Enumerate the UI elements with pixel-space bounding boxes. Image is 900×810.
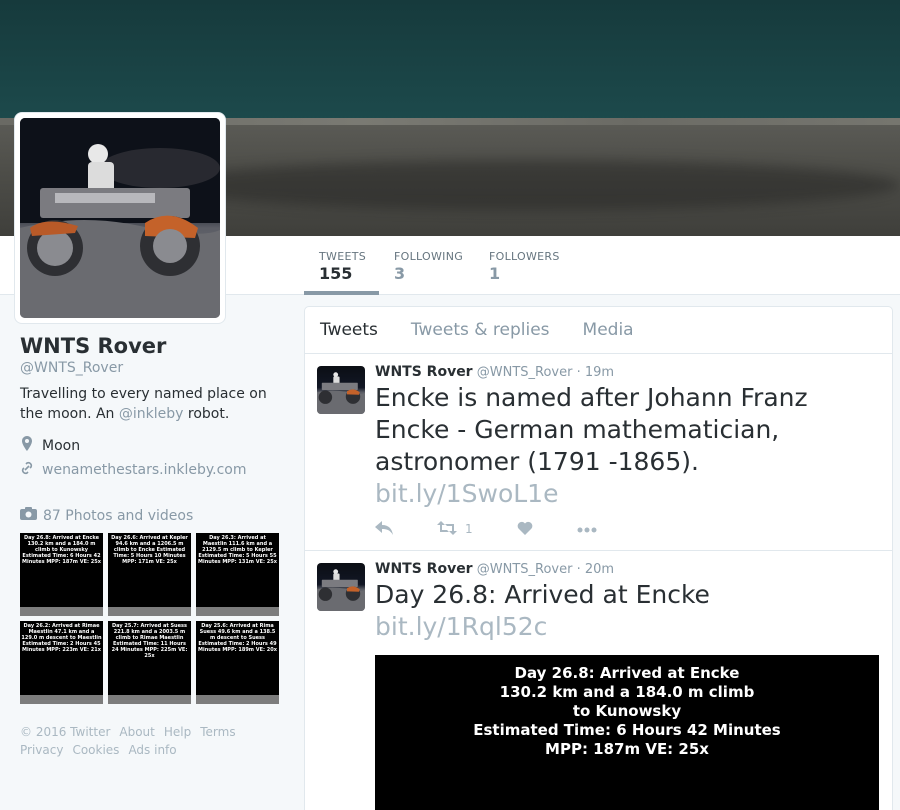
profile-url: wenamethestars.inkleby.com [20, 461, 290, 479]
media-caption-line: to Kunowsky [572, 702, 682, 720]
stat-followers-label: FOLLOWERS [489, 250, 560, 263]
tweet-avatar[interactable] [317, 563, 365, 611]
profile-card: WNTS Rover @WNTS_Rover Travelling to eve… [20, 334, 290, 704]
avatar-image [20, 118, 220, 318]
footer-copyright: © 2016 Twitter [20, 725, 111, 739]
photos-videos-label: 87 Photos and videos [43, 507, 194, 524]
profile-handle[interactable]: @WNTS_Rover [20, 360, 290, 376]
stat-followers[interactable]: FOLLOWERS 1 [489, 236, 569, 295]
profile-avatar[interactable] [15, 113, 225, 323]
thumbnail-terrain [20, 695, 103, 704]
tab-media[interactable]: Media [583, 320, 634, 340]
photo-thumbnail[interactable]: Day 26.8: Arrived at Encke 130.2 km and … [20, 533, 103, 616]
camera-icon [20, 507, 37, 524]
thumbnail-terrain [108, 607, 191, 616]
tweet-author-handle[interactable]: @WNTS_Rover [477, 365, 573, 380]
thumbnail-terrain [20, 607, 103, 616]
photo-thumbnail[interactable]: Day 25.6: Arrived at Rima Suess 49.6 km … [196, 621, 279, 704]
stat-tweets-value: 155 [319, 264, 353, 283]
stat-following[interactable]: FOLLOWING 3 [394, 236, 474, 295]
tweet-media-image[interactable]: Day 26.8: Arrived at Encke 130.2 km and … [375, 655, 879, 810]
ellipsis-icon [577, 522, 597, 536]
retweet-count: 1 [465, 522, 473, 536]
more-button[interactable] [577, 522, 597, 536]
tweet-text: Encke is named after Johann Franz Encke … [375, 383, 808, 476]
lunar-rover-illustration [20, 118, 220, 318]
footer-link-ads-info[interactable]: Ads info [128, 743, 176, 757]
map-pin-icon [20, 436, 34, 455]
photo-thumbnail[interactable]: Day 26.6: Arrived at Kepler 94.6 km and … [108, 533, 191, 616]
tab-tweets[interactable]: Tweets [320, 320, 378, 340]
thumbnail-terrain [196, 607, 279, 616]
footer-link-cookies[interactable]: Cookies [72, 743, 119, 757]
profile-location: Moon [20, 436, 290, 455]
thumbnail-terrain [108, 695, 191, 704]
lunar-rover-illustration [317, 372, 365, 414]
tweet-timestamp[interactable]: · 19m [577, 365, 614, 380]
stat-following-label: FOLLOWING [394, 250, 464, 263]
reply-arrow-icon [375, 520, 393, 538]
profile-bio: Travelling to every named place on the m… [20, 384, 290, 424]
banner-crater-shadow [160, 160, 900, 210]
thumbnail-caption: Day 26.2: Arrived at Rimae Maestlin 47.1… [21, 623, 102, 653]
thumbnail-caption: Day 26.6: Arrived at Kepler 94.6 km and … [111, 535, 188, 565]
profile-name[interactable]: WNTS Rover [20, 334, 290, 358]
tweet[interactable]: WNTS Rover @WNTS_Rover · 19m Encke is na… [305, 354, 892, 551]
footer-link-privacy[interactable]: Privacy [20, 743, 63, 757]
stat-following-value: 3 [394, 264, 406, 283]
tweet-author-name[interactable]: WNTS Rover [375, 561, 473, 577]
tweet-text: Day 26.8: Arrived at Encke [375, 580, 710, 609]
retweet-icon [437, 520, 457, 538]
footer-link-terms[interactable]: Terms [200, 725, 235, 739]
thumbnail-caption: Day 25.6: Arrived at Rima Suess 49.6 km … [198, 623, 277, 653]
tweet-avatar[interactable] [317, 366, 365, 414]
lunar-rover-illustration [317, 569, 365, 611]
tweet-author-handle[interactable]: @WNTS_Rover [477, 562, 573, 577]
tweet-author-name[interactable]: WNTS Rover [375, 364, 473, 380]
tweet-link[interactable]: bit.ly/1Rql52c [375, 611, 880, 643]
page-footer: © 2016 Twitter About Help Terms Privacy Cook… [20, 723, 290, 759]
tweet[interactable]: WNTS Rover @WNTS_Rover · 20m Day 26.8: A… [305, 551, 892, 810]
tweet-header: WNTS Rover @WNTS_Rover · 19m [375, 364, 880, 380]
tweet-header: WNTS Rover @WNTS_Rover · 20m [375, 561, 880, 577]
thumbnail-caption: Day 26.8: Arrived at Encke 130.2 km and … [22, 535, 101, 565]
photo-thumbnail[interactable]: Day 26.3: Arrived at Maestlin 111.6 km a… [196, 533, 279, 616]
stat-tweets-label: TWEETS [319, 250, 366, 263]
reply-button[interactable] [375, 520, 393, 538]
bio-text-end: robot. [183, 406, 230, 422]
tweet-actions: 1 [375, 518, 880, 540]
location-text: Moon [42, 437, 81, 454]
media-caption-line: Day 26.8: Arrived at Encke [514, 664, 740, 682]
thumbnail-caption: Day 26.3: Arrived at Maestlin 111.6 km a… [198, 535, 277, 565]
like-button[interactable] [517, 521, 533, 538]
photo-thumbnail[interactable]: Day 25.7: Arrived at Suess 221.8 km and … [108, 621, 191, 704]
footer-link-about[interactable]: About [119, 725, 154, 739]
retweet-button[interactable]: 1 [437, 520, 473, 538]
photo-grid: Day 26.8: Arrived at Encke 130.2 km and … [20, 533, 290, 704]
footer-link-help[interactable]: Help [164, 725, 191, 739]
bio-mention-link[interactable]: @inkleby [119, 406, 184, 422]
timeline-tabs: Tweets Tweets & replies Media [305, 307, 892, 354]
tab-tweets-replies[interactable]: Tweets & replies [411, 320, 550, 340]
photo-thumbnail[interactable]: Day 26.2: Arrived at Rimae Maestlin 47.1… [20, 621, 103, 704]
media-caption-line: 130.2 km and a 184.0 m climb [499, 683, 755, 701]
timeline: Tweets Tweets & replies Media WNTS Rover… [304, 306, 893, 810]
thumbnail-caption: Day 25.7: Arrived at Suess 221.8 km and … [111, 623, 188, 659]
heart-icon [517, 521, 533, 538]
media-caption-line: MPP: 187m VE: 25x [545, 740, 709, 758]
stat-followers-value: 1 [489, 264, 501, 283]
thumbnail-terrain [196, 695, 279, 704]
photos-videos-heading[interactable]: 87 Photos and videos [20, 507, 290, 524]
profile-url-link[interactable]: wenamethestars.inkleby.com [42, 462, 247, 478]
stat-tweets[interactable]: TWEETS 155 [304, 236, 379, 295]
link-icon [20, 461, 34, 479]
tweet-link[interactable]: bit.ly/1SwoL1e [375, 478, 880, 510]
tweet-timestamp[interactable]: · 20m [577, 562, 614, 577]
media-caption-line: Estimated Time: 6 Hours 42 Minutes [473, 721, 781, 739]
